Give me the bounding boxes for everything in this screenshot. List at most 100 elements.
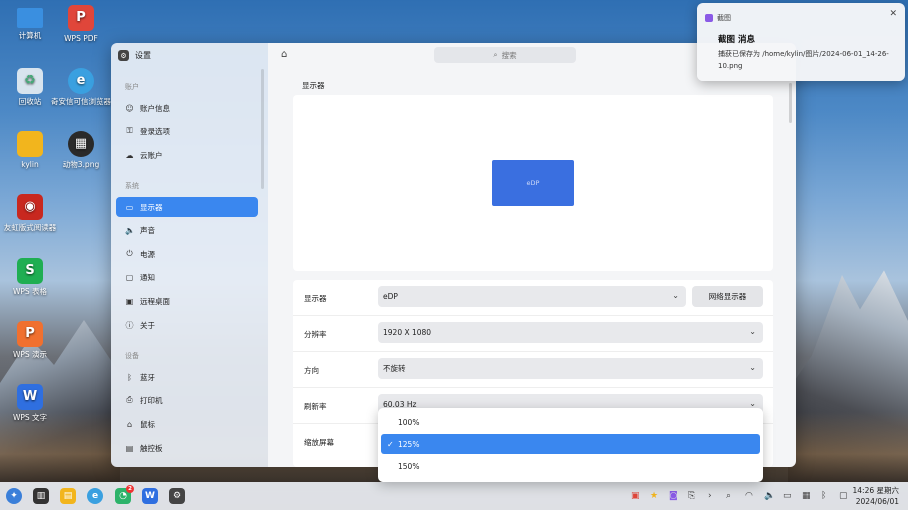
- input-method-icon[interactable]: ▦: [802, 491, 811, 501]
- scale-option-150[interactable]: 150%: [381, 456, 760, 476]
- desktop-icon-browser[interactable]: e 奇安信可信浏览器: [51, 68, 111, 107]
- settings-window: ⚙ 设置 账户 ☺ 账户信息 ⚿ 登录选项 ☁ 云账户 系统 ▭ 显示器 🔈 声…: [111, 43, 796, 467]
- scale-option-100[interactable]: 100%: [381, 412, 760, 432]
- network-display-button[interactable]: 网络显示器: [692, 286, 763, 307]
- chevron-down-icon: ⌄: [749, 399, 756, 408]
- star-tray-icon[interactable]: ★: [650, 491, 658, 501]
- scale-label: 缩放屏幕: [304, 438, 334, 447]
- search-icon: ⌕: [493, 50, 498, 59]
- home-icon: ⌂: [281, 49, 288, 60]
- scale-option-125[interactable]: ✓ 125%: [381, 434, 760, 454]
- sidebar: ⚙ 设置 账户 ☺ 账户信息 ⚿ 登录选项 ☁ 云账户 系统 ▭ 显示器 🔈 声…: [111, 43, 268, 467]
- key-icon: ⚿: [126, 126, 133, 135]
- desktop-icon-wps-slides[interactable]: P WPS 演示: [0, 321, 60, 360]
- sidebar-group-devices: 设备: [125, 352, 139, 360]
- section-title: 显示器: [302, 81, 325, 90]
- sidebar-item-remote-desktop[interactable]: ▣ 远程桌面: [116, 291, 258, 311]
- desktop-icon-wps-writer[interactable]: W WPS 文字: [0, 384, 60, 423]
- wifi-icon[interactable]: ◠: [745, 491, 753, 501]
- row-display: 显示器 eDP ⌄ 网络显示器: [293, 280, 773, 316]
- sidebar-item-about[interactable]: ⓘ 关于: [116, 315, 258, 335]
- notification-app: 截图: [705, 13, 731, 23]
- window-title: ⚙ 设置: [118, 50, 151, 61]
- notification-center-icon[interactable]: ▢: [839, 491, 848, 501]
- notification-icon: ▢: [125, 272, 134, 282]
- home-button[interactable]: ⌂: [281, 49, 293, 61]
- desktop-icon-image-file[interactable]: ▦ 动物3.png: [51, 131, 111, 170]
- row-resolution: 分辨率 1920 X 1080 ⌄: [293, 316, 773, 352]
- folder-icon: [17, 131, 43, 157]
- sidebar-item-notification[interactable]: ▢ 通知: [116, 267, 258, 287]
- remote-desktop-icon: ▣: [125, 296, 134, 306]
- app-tray-icon[interactable]: ◙: [669, 491, 678, 501]
- chevron-down-icon: ⌄: [749, 327, 756, 336]
- screenshot-app-icon: [705, 14, 713, 22]
- close-icon[interactable]: ✕: [889, 9, 897, 19]
- bluetooth-tray-icon[interactable]: ᛒ: [821, 491, 826, 501]
- chevron-right-icon[interactable]: ›: [708, 491, 712, 501]
- scale-dropdown-menu: 100% ✓ 125% 150%: [378, 408, 763, 482]
- refresh-rate-label: 刷新率: [304, 402, 327, 411]
- speaker-icon: 🔈: [125, 225, 135, 235]
- chat-app-icon[interactable]: ◔ 2: [115, 485, 134, 504]
- browser-icon: e: [68, 68, 94, 94]
- user-icon: ☺: [125, 103, 134, 113]
- trash-icon: ♻: [17, 68, 43, 94]
- orientation-select[interactable]: 不旋转 ⌄: [378, 358, 763, 379]
- sidebar-item-power[interactable]: ⏻ 电源: [116, 244, 258, 264]
- search-tray-icon[interactable]: ⌕: [726, 491, 731, 501]
- multitask-view-icon[interactable]: ▥: [33, 488, 49, 504]
- monitor-block[interactable]: eDP: [492, 160, 574, 206]
- wps-sheet-icon: S: [17, 258, 43, 284]
- cloud-icon: ☁: [125, 150, 134, 160]
- volume-icon[interactable]: 🔈: [764, 491, 775, 501]
- info-icon: ⓘ: [125, 320, 134, 330]
- desktop-icon-wps-pdf[interactable]: P WPS PDF: [51, 5, 111, 44]
- sidebar-item-account-info[interactable]: ☺ 账户信息: [116, 98, 258, 118]
- sidebar-item-mouse[interactable]: ⌂ 鼠标: [116, 414, 258, 434]
- chevron-down-icon: ⌄: [672, 291, 679, 300]
- sidebar-item-bluetooth[interactable]: ᛒ 蓝牙: [116, 367, 258, 387]
- taskbar: ✦ ▥ ▤ e ◔ 2 W ⚙ ▣ ★ ◙ ⎘ › ⌕ ◠ 🔈 ▭ ▦ ᛒ ▢ 1…: [0, 482, 908, 510]
- touchpad-icon: ▤: [125, 443, 134, 453]
- desktop-icon-ofd-reader[interactable]: ◉ 友虹版式阅读器: [0, 194, 60, 233]
- desktop-icon-wps-sheet[interactable]: S WPS 表格: [0, 258, 60, 297]
- sidebar-item-cloud-account[interactable]: ☁ 云账户: [116, 145, 258, 165]
- row-orientation: 方向 不旋转 ⌄: [293, 352, 773, 388]
- screenshot-tray-icon[interactable]: ▣: [631, 491, 640, 501]
- chevron-down-icon: ⌄: [749, 363, 756, 372]
- bluetooth-icon: ᛒ: [127, 372, 132, 382]
- sidebar-item-login-options[interactable]: ⚿ 登录选项: [116, 121, 258, 141]
- display-select[interactable]: eDP ⌄: [378, 286, 686, 307]
- clock[interactable]: 14:26 星期六 2024/06/01: [853, 485, 900, 507]
- start-menu-icon[interactable]: ✦: [6, 488, 22, 504]
- search-input[interactable]: ⌕ 搜索: [434, 47, 576, 63]
- display-label: 显示器: [304, 294, 327, 303]
- main-content: ⌂ ⌕ 搜索 显示器 eDP 显示器 eDP ⌄ 网络显示器 分辨率 1920 …: [268, 43, 796, 467]
- chat-badge: 2: [126, 485, 134, 493]
- wps-slides-icon: P: [17, 321, 43, 347]
- computer-icon: [17, 8, 43, 28]
- sidebar-item-printer[interactable]: ⎙ 打印机: [116, 390, 258, 410]
- clipboard-icon[interactable]: ⎘: [688, 491, 695, 501]
- settings-taskbar-icon[interactable]: ⚙: [169, 488, 185, 504]
- mouse-icon: ⌂: [126, 419, 133, 429]
- sidebar-scrollbar[interactable]: [261, 69, 264, 189]
- sidebar-item-display[interactable]: ▭ 显示器: [116, 197, 258, 217]
- file-manager-icon[interactable]: ▤: [60, 488, 76, 504]
- settings-app-icon: ⚙: [118, 50, 129, 61]
- screenshot-notification[interactable]: 截图 ✕ 截图 消息 捕获已保存为 /home/kylin/图片/2024-06…: [697, 3, 905, 81]
- resolution-select[interactable]: 1920 X 1080 ⌄: [378, 322, 763, 343]
- notification-title: 截图 消息: [718, 35, 755, 45]
- sidebar-item-sound[interactable]: 🔈 声音: [116, 220, 258, 240]
- sidebar-group-account: 账户: [125, 83, 139, 91]
- wps-taskbar-icon[interactable]: W: [142, 488, 158, 504]
- orientation-label: 方向: [304, 366, 319, 375]
- power-icon: ⏻: [126, 249, 133, 258]
- checkmark-icon: ✓: [387, 439, 394, 449]
- sidebar-item-touchpad[interactable]: ▤ 触控板: [116, 438, 258, 458]
- sidebar-group-system: 系统: [125, 182, 139, 190]
- main-scrollbar[interactable]: [789, 83, 792, 123]
- browser-taskbar-icon[interactable]: e: [87, 488, 103, 504]
- battery-icon[interactable]: ▭: [783, 491, 792, 501]
